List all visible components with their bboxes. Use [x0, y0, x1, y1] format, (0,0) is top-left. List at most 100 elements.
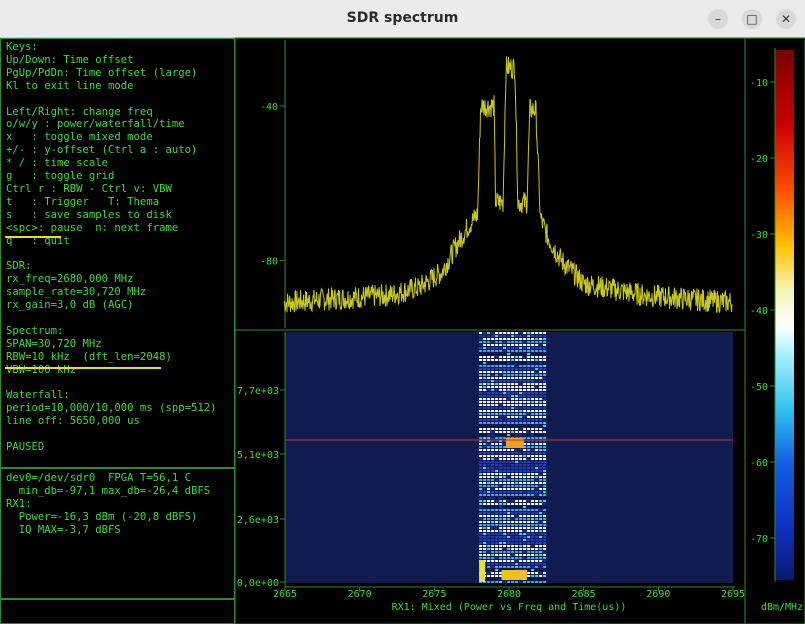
waterfall-cell: [543, 542, 547, 544]
waterfall-cell: [487, 539, 491, 541]
waterfall-cell: [531, 359, 535, 361]
waterfall-cell: [515, 473, 519, 475]
waterfall-cell: [527, 464, 531, 466]
waterfall-cell: [495, 368, 499, 370]
waterfall-cell: [479, 455, 483, 457]
waterfall-cell: [511, 392, 515, 394]
waterfall-cell: [531, 407, 535, 409]
waterfall-cell: [495, 395, 499, 397]
waterfall-cell: [499, 371, 503, 373]
waterfall-cell: [495, 422, 499, 424]
waterfall-cell: [499, 443, 503, 445]
waterfall-cell: [483, 482, 487, 484]
waterfall-cell: [487, 395, 491, 397]
waterfall-cell: [523, 533, 527, 535]
waterfall-cell: [483, 431, 487, 433]
waterfall-cell: [495, 404, 499, 406]
waterfall-cell: [495, 473, 499, 475]
waterfall-cell: [543, 518, 547, 520]
waterfall-cell: [487, 407, 491, 409]
waterfall-cell: [519, 563, 523, 565]
waterfall-cell: [507, 512, 511, 514]
waterfall-cell: [491, 335, 495, 337]
waterfall-cell: [483, 488, 487, 490]
waterfall-cell: [535, 575, 539, 577]
waterfall-cell: [499, 515, 503, 517]
waterfall-cell: [503, 452, 507, 454]
waterfall-cell: [491, 404, 495, 406]
waterfall-cell: [507, 392, 511, 394]
waterfall-cell: [519, 551, 523, 553]
waterfall-cell: [483, 506, 487, 508]
waterfall-cell: [491, 530, 495, 532]
waterfall-cell: [535, 488, 539, 490]
waterfall-cell: [483, 446, 487, 448]
waterfall-cell: [503, 458, 507, 460]
waterfall-cell: [523, 557, 527, 559]
waterfall-cell: [511, 395, 515, 397]
waterfall-cell: [527, 566, 531, 568]
waterfall-cell: [531, 446, 535, 448]
colorbar-tick-label: -10: [750, 78, 768, 89]
waterfall-cell: [523, 500, 527, 502]
waterfall-cell: [531, 422, 535, 424]
waterfall-cell: [531, 449, 535, 451]
waterfall-cell: [539, 494, 543, 496]
waterfall-cell: [487, 572, 491, 574]
waterfall-cell: [515, 536, 519, 538]
waterfall-cell: [531, 401, 535, 403]
waterfall-cell: [519, 362, 523, 364]
waterfall-cell: [523, 497, 527, 499]
waterfall-cell: [535, 476, 539, 478]
waterfall-cell: [523, 410, 527, 412]
waterfall-cell: [507, 332, 511, 334]
waterfall-cell: [503, 464, 507, 466]
waterfall-cell: [531, 566, 535, 568]
waterfall-cell: [515, 392, 519, 394]
waterfall-cell: [535, 431, 539, 433]
waterfall-cell: [495, 425, 499, 427]
waterfall-cell: [507, 335, 511, 337]
waterfall-cell: [519, 509, 523, 511]
waterfall-cell: [539, 416, 543, 418]
waterfall-cell: [487, 377, 491, 379]
waterfall-cell: [519, 419, 523, 421]
plot-area[interactable]: -40 -80 7,7e+03 5,1e+03 2,6e+03 0,0e+002665 26…: [0, 0, 805, 624]
waterfall-cell: [535, 482, 539, 484]
waterfall-cell: [491, 431, 495, 433]
waterfall-cell: [523, 461, 527, 463]
waterfall-cell: [495, 515, 499, 517]
waterfall-cell: [507, 371, 511, 373]
waterfall-cell: [543, 491, 547, 493]
waterfall-cell: [539, 443, 543, 445]
waterfall-cell: [527, 347, 531, 349]
waterfall-cell: [503, 365, 507, 367]
waterfall-cell: [527, 338, 531, 340]
waterfall-cell: [527, 512, 531, 514]
waterfall-cell: [495, 380, 499, 382]
waterfall-cell: [483, 551, 487, 553]
waterfall-cell: [527, 419, 531, 421]
waterfall-cell: [511, 551, 515, 553]
waterfall-cell: [507, 548, 511, 550]
waterfall-cell: [483, 347, 487, 349]
waterfall-cell: [523, 380, 527, 382]
waterfall-cell: [495, 449, 499, 451]
waterfall-cell: [503, 341, 507, 343]
waterfall-cell: [527, 488, 531, 490]
spectrum-panel[interactable]: [234, 37, 746, 331]
waterfall-cell: [543, 413, 547, 415]
waterfall-cell: [543, 362, 547, 364]
waterfall-cell: [503, 506, 507, 508]
waterfall-cell: [503, 554, 507, 556]
waterfall-cell: [487, 545, 491, 547]
waterfall-cell: [491, 464, 495, 466]
waterfall-cell: [519, 428, 523, 430]
waterfall-cell: [531, 509, 535, 511]
waterfall-cell: [495, 578, 499, 580]
waterfall-cell: [479, 422, 483, 424]
waterfall-cell: [543, 470, 547, 472]
waterfall-cell: [535, 473, 539, 475]
waterfall-cell: [499, 473, 503, 475]
waterfall-cell: [495, 419, 499, 421]
